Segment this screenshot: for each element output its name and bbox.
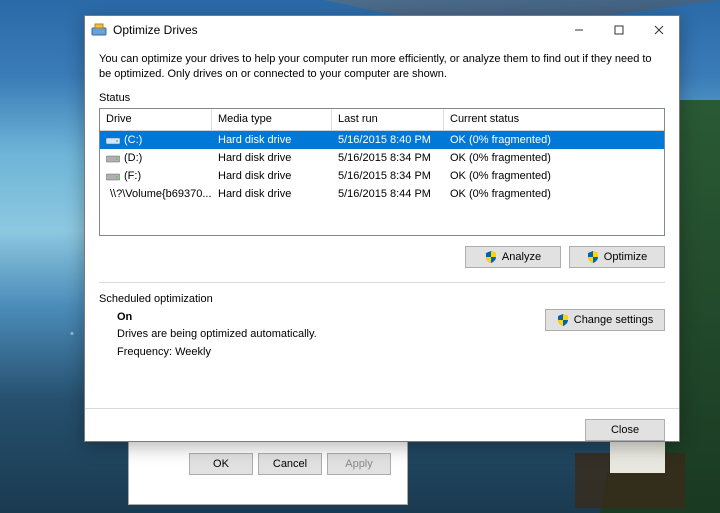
drive-status: OK (0% fragmented) (444, 152, 664, 164)
titlebar[interactable]: Optimize Drives (85, 16, 679, 44)
drive-media: Hard disk drive (212, 134, 332, 146)
drive-name: \\?\Volume{b69370... (110, 188, 212, 200)
col-media[interactable]: Media type (212, 109, 332, 130)
window-title: Optimize Drives (113, 23, 559, 37)
drive-icon (106, 135, 120, 145)
status-label: Status (99, 92, 665, 104)
drive-media: Hard disk drive (212, 152, 332, 164)
analyze-label: Analyze (502, 251, 541, 263)
optimize-label: Optimize (604, 251, 647, 263)
schedule-state: On (117, 309, 533, 327)
col-drive[interactable]: Drive (100, 109, 212, 130)
drive-list[interactable]: Drive Media type Last run Current status… (99, 108, 665, 236)
schedule-label: Scheduled optimization (99, 293, 665, 305)
drive-list-header[interactable]: Drive Media type Last run Current status (100, 109, 664, 131)
schedule-desc: Drives are being optimized automatically… (117, 326, 533, 344)
drive-icon (106, 171, 120, 181)
drive-row[interactable]: (C:) Hard disk drive5/16/2015 8:40 PMOK (… (100, 131, 664, 149)
maximize-button[interactable] (599, 16, 639, 44)
minimize-button[interactable] (559, 16, 599, 44)
drive-row[interactable]: (D:) Hard disk drive5/16/2015 8:34 PMOK (… (100, 149, 664, 167)
change-settings-button[interactable]: Change settings (545, 309, 665, 331)
drive-name: (D:) (124, 152, 142, 164)
drive-media: Hard disk drive (212, 188, 332, 200)
drive-name: (C:) (124, 134, 142, 146)
drive-status: OK (0% fragmented) (444, 188, 664, 200)
drive-status: OK (0% fragmented) (444, 134, 664, 146)
shield-icon (485, 251, 497, 263)
schedule-freq: Frequency: Weekly (117, 344, 533, 362)
shield-icon (557, 314, 569, 326)
optimize-drives-window: Optimize Drives You can optimize your dr… (84, 15, 680, 442)
close-button[interactable] (639, 16, 679, 44)
intro-text: You can optimize your drives to help you… (99, 52, 665, 82)
drive-last-run: 5/16/2015 8:34 PM (332, 170, 444, 182)
optimize-drives-icon (91, 22, 107, 38)
drive-status: OK (0% fragmented) (444, 170, 664, 182)
analyze-button[interactable]: Analyze (465, 246, 561, 268)
drive-icon (106, 153, 120, 163)
optimize-button[interactable]: Optimize (569, 246, 665, 268)
drive-row[interactable]: (F:) Hard disk drive5/16/2015 8:34 PMOK (… (100, 167, 664, 185)
bg-apply-button[interactable]: Apply (327, 453, 391, 475)
drive-last-run: 5/16/2015 8:40 PM (332, 134, 444, 146)
drive-row[interactable]: \\?\Volume{b69370...Hard disk drive5/16/… (100, 185, 664, 203)
close-dialog-button[interactable]: Close (585, 419, 665, 441)
drive-name: (F:) (124, 170, 141, 182)
change-settings-label: Change settings (574, 314, 654, 326)
col-status[interactable]: Current status (444, 109, 664, 130)
drive-media: Hard disk drive (212, 170, 332, 182)
col-last[interactable]: Last run (332, 109, 444, 130)
drive-last-run: 5/16/2015 8:34 PM (332, 152, 444, 164)
separator (99, 282, 665, 283)
bg-cancel-button[interactable]: Cancel (258, 453, 322, 475)
drive-last-run: 5/16/2015 8:44 PM (332, 188, 444, 200)
shield-icon (587, 251, 599, 263)
bg-ok-button[interactable]: OK (189, 453, 253, 475)
